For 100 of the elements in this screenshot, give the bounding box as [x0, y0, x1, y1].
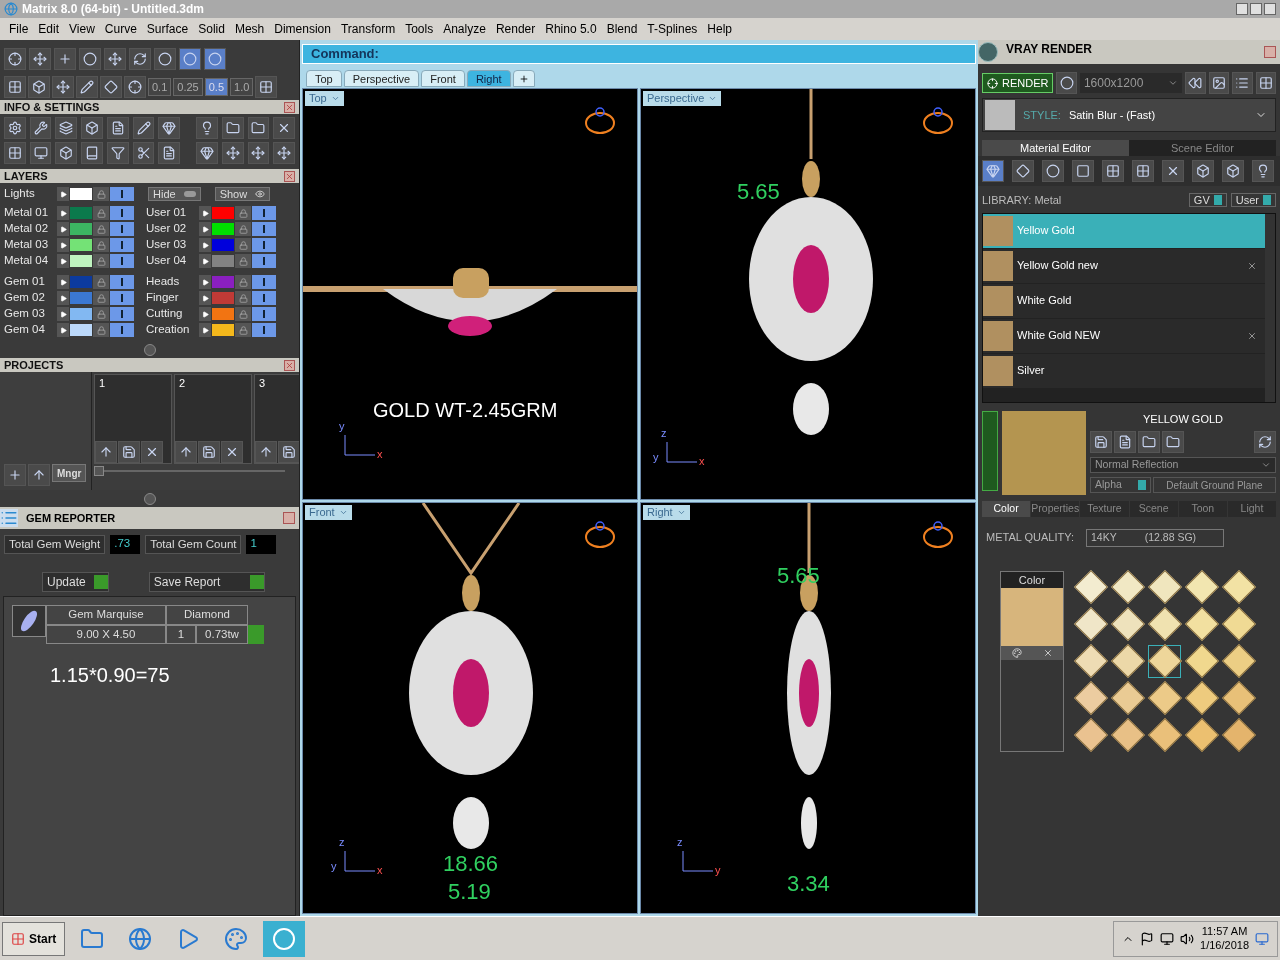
grid-icon[interactable]: [1255, 72, 1276, 94]
rewind-icon[interactable]: [1185, 72, 1206, 94]
settings-tool-icon[interactable]: [132, 117, 155, 139]
menu-item[interactable]: Render: [490, 20, 541, 38]
save-report-button[interactable]: Save Report: [148, 572, 266, 593]
tool-icon[interactable]: [28, 76, 50, 98]
settings-tool-icon[interactable]: [29, 142, 52, 164]
gv-toggle[interactable]: GV: [1188, 193, 1227, 208]
settings-tool-icon[interactable]: [273, 142, 295, 164]
layer-color-swatch[interactable]: [212, 239, 234, 251]
material-type-icon[interactable]: [1072, 160, 1094, 182]
visibility-toggle[interactable]: [252, 206, 276, 220]
settings-tool-icon[interactable]: [247, 117, 270, 139]
menu-item[interactable]: Solid: [193, 20, 230, 38]
menu-item[interactable]: File: [4, 20, 34, 38]
settings-tool-icon[interactable]: [158, 117, 181, 139]
view-tab[interactable]: Perspective: [343, 70, 420, 87]
hide-button[interactable]: Hide: [148, 187, 201, 201]
image-icon[interactable]: [1208, 72, 1230, 94]
flag-icon[interactable]: [1140, 931, 1155, 946]
list-icon[interactable]: [1232, 72, 1253, 94]
menu-item[interactable]: Curve: [99, 20, 142, 38]
material-type-icon[interactable]: [1102, 160, 1124, 182]
viewport[interactable]: Right z y 5.65 3.34: [640, 502, 976, 914]
visibility-toggle[interactable]: [110, 238, 134, 252]
menu-item[interactable]: Help: [702, 20, 738, 38]
tool-icon[interactable]: [124, 76, 146, 98]
layer-color-swatch[interactable]: [70, 239, 92, 251]
quality-dropdown[interactable]: 14KY (12.88 SG): [1086, 528, 1225, 547]
play-icon[interactable]: [248, 624, 264, 644]
material-type-icon[interactable]: [1132, 160, 1154, 182]
show-button[interactable]: Show: [214, 187, 271, 201]
settings-tool-icon[interactable]: [132, 142, 155, 164]
visibility-toggle[interactable]: [110, 187, 134, 201]
update-button[interactable]: Update: [42, 572, 109, 593]
view-tab[interactable]: Right: [466, 70, 511, 87]
menu-item[interactable]: Transform: [335, 20, 401, 38]
material-type-icon[interactable]: [1222, 160, 1244, 182]
save-icon[interactable]: [278, 441, 299, 463]
menu-item[interactable]: Mesh: [229, 20, 270, 38]
viewport-label[interactable]: Perspective: [643, 91, 722, 106]
minimize-button[interactable]: [1236, 3, 1248, 15]
layer-color-swatch[interactable]: [70, 276, 92, 288]
viewport[interactable]: Front z y x 18.66 5.19: [302, 502, 638, 914]
viewport-label[interactable]: Top: [305, 91, 344, 106]
menu-item[interactable]: Edit: [33, 20, 65, 38]
manager-button[interactable]: Mngr: [52, 464, 87, 482]
menu-item[interactable]: T-Splines: [642, 20, 703, 38]
visibility-toggle[interactable]: [252, 323, 276, 337]
layer-color-swatch[interactable]: [70, 324, 92, 336]
project-slot[interactable]: 3: [254, 374, 299, 464]
grid-step-button[interactable]: 1.0: [230, 78, 254, 96]
layer-color-swatch[interactable]: [70, 207, 92, 219]
user-toggle[interactable]: User: [1230, 193, 1276, 208]
layer-color-swatch[interactable]: [212, 207, 234, 219]
visibility-toggle[interactable]: [252, 307, 276, 321]
close-icon[interactable]: [284, 170, 295, 182]
material-type-icon[interactable]: [982, 160, 1004, 182]
viewport-label[interactable]: Right: [643, 505, 690, 520]
collapse-handle[interactable]: [143, 493, 156, 505]
material-tab[interactable]: Properties: [1031, 500, 1080, 517]
close-button[interactable]: [1264, 3, 1276, 15]
close-icon[interactable]: [283, 512, 295, 524]
visibility-toggle[interactable]: [252, 238, 276, 252]
layer-color-swatch[interactable]: [212, 255, 234, 267]
layer-color-swatch[interactable]: [70, 188, 92, 200]
add-icon[interactable]: [4, 464, 26, 486]
save-icon[interactable]: [198, 441, 220, 463]
editor-tab[interactable]: Scene Editor: [1129, 140, 1276, 156]
save-icon[interactable]: [1090, 431, 1112, 453]
collapse-handle[interactable]: [143, 344, 156, 356]
settings-tool-icon[interactable]: [196, 117, 218, 139]
layer-color-swatch[interactable]: [70, 308, 92, 320]
snap-icon[interactable]: [179, 48, 201, 70]
delete-icon[interactable]: [221, 441, 243, 463]
tool-icon[interactable]: [100, 76, 122, 98]
layer-color-swatch[interactable]: [70, 255, 92, 267]
color-wheel-icon[interactable]: [1001, 646, 1032, 660]
settings-tool-icon[interactable]: [4, 117, 26, 139]
scrollbar[interactable]: [1265, 213, 1275, 402]
show-desktop-icon[interactable]: [1255, 931, 1269, 946]
editor-tab[interactable]: Material Editor: [982, 140, 1129, 156]
reflection-dropdown[interactable]: Normal Reflection: [1090, 457, 1276, 473]
menu-item[interactable]: Analyze: [438, 20, 491, 38]
view-tab[interactable]: Front: [421, 70, 465, 87]
menu-item[interactable]: Dimension: [269, 20, 336, 38]
settings-tool-icon[interactable]: [247, 142, 270, 164]
visibility-toggle[interactable]: [110, 323, 134, 337]
start-button[interactable]: Start: [2, 921, 66, 956]
ground-plane-toggle[interactable]: Default Ground Plane: [1152, 477, 1276, 493]
layer-color-swatch[interactable]: [212, 292, 234, 304]
material-type-icon[interactable]: [1252, 160, 1274, 182]
visibility-toggle[interactable]: [110, 307, 134, 321]
save-icon[interactable]: [118, 441, 140, 463]
menu-item[interactable]: View: [64, 20, 100, 38]
visibility-toggle[interactable]: [110, 291, 134, 305]
tool-icon[interactable]: [52, 76, 74, 98]
alpha-toggle[interactable]: Alpha: [1090, 477, 1151, 493]
snap-icon[interactable]: [129, 48, 151, 70]
project-slot[interactable]: 2: [174, 374, 252, 464]
